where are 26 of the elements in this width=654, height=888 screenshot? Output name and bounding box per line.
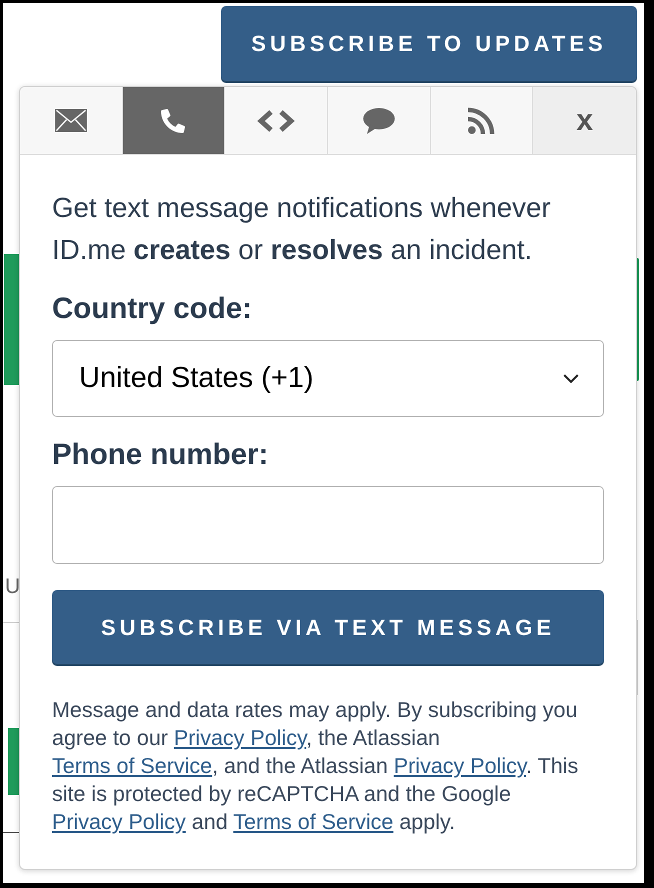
legal-link[interactable]: Privacy Policy <box>174 726 306 750</box>
speech-bubble-icon <box>362 108 395 134</box>
phone-icon <box>161 108 186 132</box>
code-tab[interactable] <box>225 87 328 154</box>
legal-link[interactable]: Privacy Policy <box>52 810 186 834</box>
phone-input[interactable] <box>52 486 604 564</box>
code-icon <box>257 108 296 132</box>
mail-tab[interactable] <box>20 87 123 154</box>
close-tab[interactable]: x <box>533 87 636 154</box>
intro-text: Get text message notifications whenever ID.me creates or resolves an incident. <box>52 191 552 267</box>
legal-link[interactable]: Terms of Service <box>233 810 394 834</box>
phone-number-label: Phone number: <box>52 437 270 473</box>
legal-text: Message and data rates may apply. By subscribing you agree to our Privacy Policy, the Atlassian Terms of Service, and the Atlassian Privacy Policy. This site is protected by reCAPTCHA and the Google Privacy Policy and Terms of Service apply. <box>52 697 580 836</box>
subscribe-button[interactable]: SUBSCRIBE TO UPDATES <box>221 6 637 81</box>
phone-tab[interactable] <box>122 87 226 154</box>
page-text-fragment: U <box>5 574 20 600</box>
legal-link[interactable]: Terms of Service <box>52 754 212 778</box>
envelope-icon <box>54 109 87 132</box>
rss-icon <box>468 107 495 134</box>
chat-tab[interactable] <box>328 87 431 154</box>
country-select[interactable]: United States (+1) <box>52 340 604 417</box>
rss-tab[interactable] <box>430 87 534 154</box>
country-code-label: Country code: <box>52 291 253 327</box>
legal-link[interactable]: Privacy Policy <box>394 754 526 778</box>
chevron-down-icon <box>563 374 579 383</box>
submit-button[interactable]: SUBSCRIBE VIA TEXT MESSAGE <box>52 590 604 664</box>
